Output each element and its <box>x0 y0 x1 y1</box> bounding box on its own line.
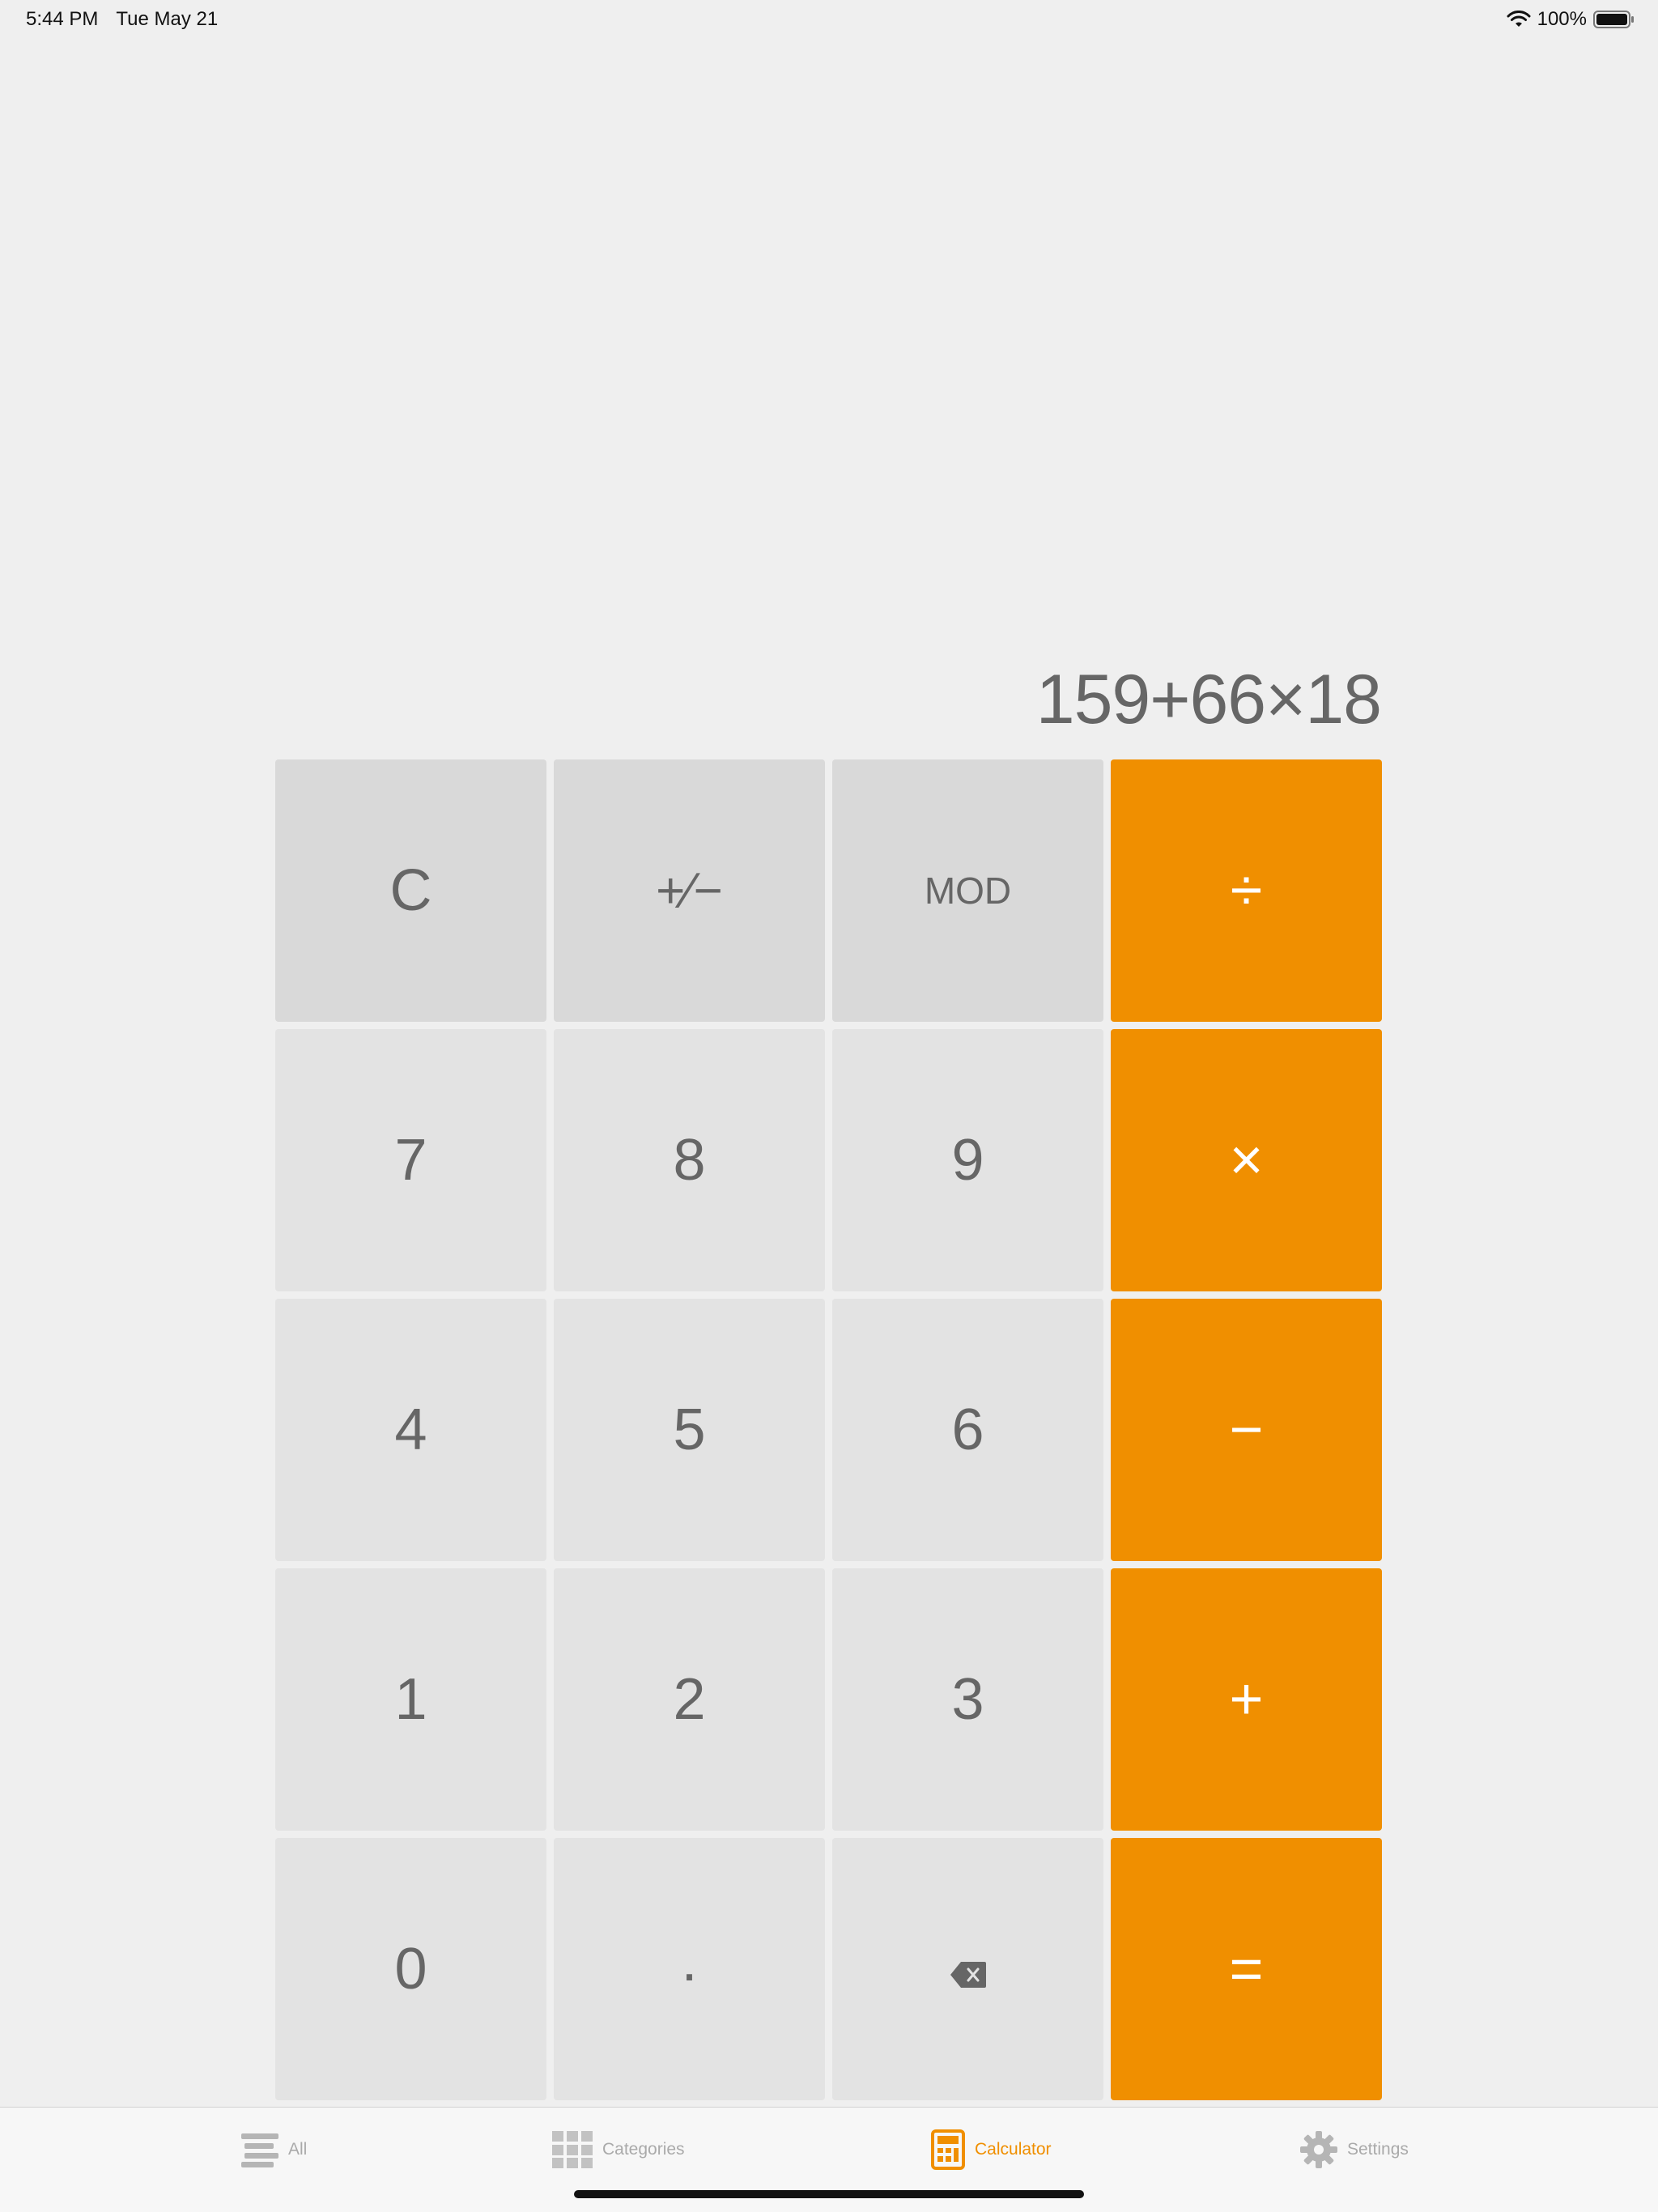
five-button[interactable]: 5 <box>554 1299 825 1561</box>
tab-settings[interactable]: Settings <box>1300 2129 1409 2171</box>
zero-button[interactable]: 0 <box>275 1838 546 2100</box>
subtract-button[interactable]: − <box>1111 1299 1382 1561</box>
status-bar: 5:44 PM Tue May 21 100% <box>0 0 1658 39</box>
grid-icon <box>552 2131 593 2168</box>
backspace-icon <box>950 1936 987 2002</box>
tab-settings-label: Settings <box>1347 2140 1409 2159</box>
four-button[interactable]: 4 <box>275 1299 546 1561</box>
tab-all[interactable]: All <box>241 2129 307 2171</box>
battery-percent: 100% <box>1537 8 1587 30</box>
status-left: 5:44 PM Tue May 21 <box>26 8 218 31</box>
status-time: 5:44 PM <box>26 8 99 30</box>
home-indicator <box>574 2190 1084 2198</box>
tab-calculator-label: Calculator <box>975 2140 1052 2159</box>
divide-button[interactable]: ÷ <box>1111 759 1382 1022</box>
wifi-icon <box>1507 11 1531 28</box>
status-date: Tue May 21 <box>116 8 219 30</box>
two-button[interactable]: 2 <box>554 1568 825 1831</box>
gear-icon <box>1300 2131 1337 2168</box>
tab-categories[interactable]: Categories <box>552 2129 685 2171</box>
one-button[interactable]: 1 <box>275 1568 546 1831</box>
plus-minus-button[interactable]: +∕− <box>554 759 825 1022</box>
multiply-button[interactable]: × <box>1111 1029 1382 1291</box>
mod-button[interactable]: MOD <box>832 759 1103 1022</box>
six-button[interactable]: 6 <box>832 1299 1103 1561</box>
three-button[interactable]: 3 <box>832 1568 1103 1831</box>
plus-minus-label: +∕− <box>656 862 723 919</box>
tab-all-label: All <box>288 2140 308 2159</box>
status-right: 100% <box>1507 8 1635 31</box>
calculator-screen: 5:44 PM Tue May 21 100% 159+66×18 C +∕− … <box>0 0 1658 2212</box>
clear-button[interactable]: C <box>275 759 546 1022</box>
list-icon <box>241 2132 278 2167</box>
keypad: C +∕− MOD ÷ 7 8 9 × 4 5 6 − 1 2 3 + 0 . … <box>275 759 1383 2102</box>
tab-calculator[interactable]: Calculator <box>931 2129 1052 2171</box>
nine-button[interactable]: 9 <box>832 1029 1103 1291</box>
decimal-button[interactable]: . <box>554 1838 825 2100</box>
tab-categories-label: Categories <box>602 2140 685 2159</box>
add-button[interactable]: + <box>1111 1568 1382 1831</box>
seven-button[interactable]: 7 <box>275 1029 546 1291</box>
battery-icon <box>1593 10 1635 29</box>
backspace-button[interactable] <box>832 1838 1103 2100</box>
eight-button[interactable]: 8 <box>554 1029 825 1291</box>
calculator-icon <box>931 2129 965 2170</box>
equals-button[interactable]: = <box>1111 1838 1382 2100</box>
expression-display: 159+66×18 <box>1035 661 1382 738</box>
